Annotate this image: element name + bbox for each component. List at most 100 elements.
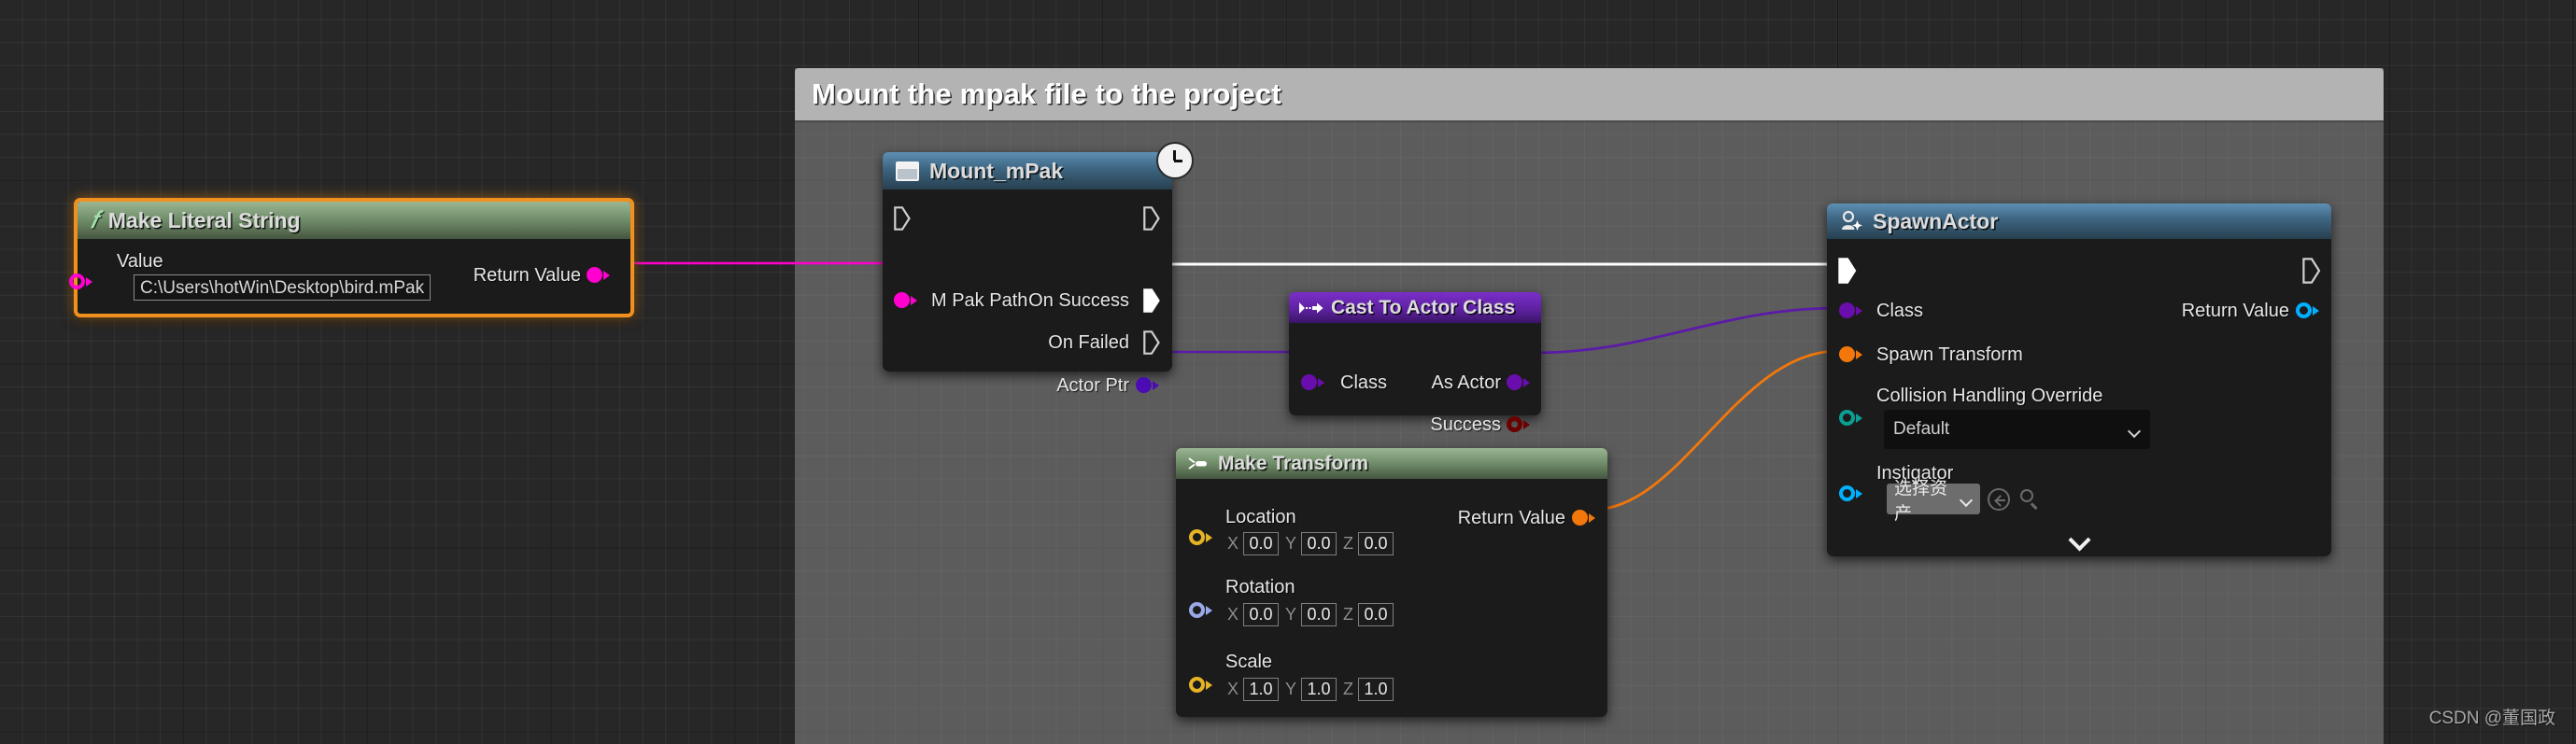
pin-label-scale: Scale	[1225, 652, 1273, 672]
pin-return-value-output[interactable]	[587, 267, 610, 283]
browse-back-icon[interactable]	[1988, 487, 2010, 511]
watermark: CSDN @董国政	[2428, 709, 2555, 728]
pin-dot	[1189, 529, 1205, 545]
pin-actor-ptr-output[interactable]	[1136, 377, 1159, 393]
node-title: SpawnActor	[1873, 208, 1999, 233]
cast-icon	[1299, 302, 1323, 314]
axis-label-x: X	[1227, 605, 1239, 624]
pin-arrow-icon	[1523, 419, 1530, 429]
axis-label-y: Y	[1285, 680, 1297, 698]
node-header-cast-to-actor-class[interactable]: Cast To Actor Class	[1289, 292, 1541, 323]
clock-icon	[1156, 142, 1194, 179]
pin-arrow-icon	[603, 270, 610, 280]
node-header-spawn-actor[interactable]: SpawnActor	[1827, 204, 2331, 239]
pin-exec-in[interactable]	[894, 206, 911, 231]
expand-node-chevron-down-icon[interactable]	[2069, 532, 2089, 543]
node-header-make-transform[interactable]: Make Transform	[1176, 448, 1607, 479]
pin-label-return-value: Return Value	[473, 265, 581, 286]
pin-success-output[interactable]	[1507, 416, 1530, 432]
pin-arrow-icon	[1318, 377, 1324, 387]
node-cast-to-actor-class[interactable]: Cast To Actor Class Class As Actor Succe…	[1289, 292, 1541, 435]
pin-mpakpath-input[interactable]	[894, 292, 917, 308]
pin-dot	[69, 274, 85, 289]
axis-label-z: Z	[1343, 534, 1354, 553]
pin-label-location: Location	[1225, 507, 1296, 527]
pin-dot	[1572, 510, 1588, 526]
node-make-transform[interactable]: Make Transform Location X 0.0 Y 0.0 Z 0.…	[1176, 448, 1607, 717]
pin-label-success: Success	[1430, 414, 1501, 435]
pin-collision-handling-input[interactable]	[1839, 410, 1862, 426]
node-header-make-literal-string[interactable]: 𝑓 Make Literal String	[78, 202, 630, 239]
make-struct-icon	[1188, 456, 1207, 470]
instigator-value: 选择资产	[1894, 478, 1948, 524]
pin-exec-on-success[interactable]	[1143, 288, 1160, 313]
pin-dot	[1839, 302, 1855, 318]
pin-location-input[interactable]	[1189, 529, 1212, 545]
comment-box-title-bar[interactable]: Mount the mpak file to the project	[795, 68, 2384, 120]
axis-label-y: Y	[1285, 534, 1297, 553]
pin-arrow-icon	[911, 295, 917, 305]
pin-label-on-success: On Success	[1028, 290, 1129, 311]
location-z-field[interactable]: 0.0	[1358, 532, 1394, 555]
pin-return-value-output[interactable]	[1572, 510, 1595, 526]
pin-dot	[587, 267, 602, 283]
pin-dot	[1507, 416, 1522, 432]
pin-as-actor-output[interactable]	[1507, 374, 1530, 390]
node-header-mount-mpak[interactable]: Mount_mPak	[883, 152, 1172, 190]
pin-value-input[interactable]	[69, 274, 92, 289]
pin-dot	[1507, 374, 1522, 390]
pin-label-actor-ptr: Actor Ptr	[1056, 375, 1129, 396]
pin-arrow-icon	[1206, 680, 1212, 690]
search-icon[interactable]	[2017, 487, 2042, 512]
scale-x-field[interactable]: 1.0	[1243, 678, 1280, 701]
node-mount-mpak[interactable]: Mount_mPak M Pak Path On Success On Fail…	[883, 152, 1172, 396]
node-make-literal-string[interactable]: 𝑓 Make Literal String Value C:\Users\hot…	[69, 198, 634, 317]
pin-class-input[interactable]	[1839, 302, 1862, 318]
pin-exec-out[interactable]	[2302, 258, 2321, 284]
axis-label-z: Z	[1343, 680, 1354, 698]
pin-arrow-icon	[1153, 380, 1159, 390]
pin-scale-input[interactable]	[1189, 677, 1212, 693]
pin-class-input[interactable]	[1301, 374, 1324, 390]
scale-y-field[interactable]: 1.0	[1301, 678, 1338, 701]
pin-dot	[894, 292, 910, 308]
pin-label-collision-handling: Collision Handling Override	[1876, 386, 2103, 406]
function-icon: 𝑓	[91, 207, 98, 233]
pin-return-value-output[interactable]	[2296, 302, 2319, 318]
location-y-field[interactable]: 0.0	[1301, 532, 1338, 555]
pin-label-return-value: Return Value	[1457, 508, 1565, 528]
scale-z-field[interactable]: 1.0	[1358, 678, 1394, 701]
pin-exec-in[interactable]	[1838, 258, 1857, 284]
axis-label-x: X	[1227, 534, 1239, 553]
rotation-z-field[interactable]: 0.0	[1358, 603, 1394, 626]
pin-exec-on-failed[interactable]	[1143, 330, 1160, 355]
pin-dot	[1839, 346, 1855, 362]
pin-label-mpakpath: M Pak Path	[931, 290, 1028, 311]
value-input-field[interactable]: C:\Users\hotWin\Desktop\bird.mPak	[134, 274, 432, 301]
rotation-y-field[interactable]: 0.0	[1301, 603, 1338, 626]
pin-spawn-transform-input[interactable]	[1839, 346, 1862, 362]
rotation-vector-row: X 0.0 Y 0.0 Z 0.0	[1221, 603, 1394, 626]
rotation-x-field[interactable]: 0.0	[1243, 603, 1280, 626]
axis-label-x: X	[1227, 680, 1239, 698]
instigator-asset-dropdown[interactable]: 选择资产	[1887, 479, 1980, 524]
location-x-field[interactable]: 0.0	[1243, 532, 1280, 555]
chevron-down-icon	[1961, 496, 1973, 502]
blueprint-graph-canvas[interactable]: Mount the mpak file to the project 𝑓 Mak…	[0, 0, 2576, 744]
node-title: Make Transform	[1218, 452, 1369, 474]
pin-dot	[1839, 485, 1855, 501]
pin-instigator-input[interactable]	[1839, 485, 1862, 501]
collision-handling-dropdown[interactable]: Default	[1884, 410, 2150, 449]
pin-label-class: Class	[1876, 301, 1924, 321]
pin-label-rotation: Rotation	[1225, 577, 1295, 597]
pin-rotation-input[interactable]	[1189, 602, 1212, 618]
pin-exec-out[interactable]	[1143, 206, 1160, 231]
instigator-controls: 选择资产	[1887, 479, 2042, 524]
pin-label-class: Class	[1340, 372, 1388, 393]
node-spawn-actor[interactable]: SpawnActor Class Spawn Transform Collisi…	[1827, 204, 2331, 556]
pin-dot	[1301, 374, 1317, 390]
pin-arrow-icon	[1589, 512, 1595, 523]
node-icon	[896, 161, 919, 181]
chevron-down-icon	[2130, 427, 2141, 433]
pin-arrow-icon	[1206, 605, 1212, 615]
